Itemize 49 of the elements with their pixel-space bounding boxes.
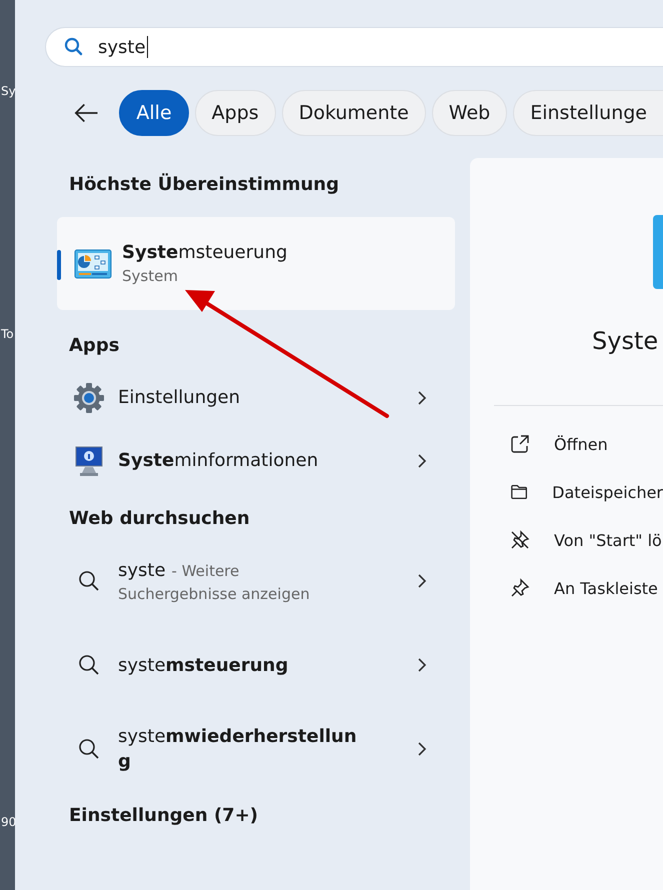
preview-action[interactable]: Dateispeicher xyxy=(470,468,663,516)
result-label: Systeminformationen xyxy=(118,450,320,471)
unpin-icon xyxy=(510,530,530,550)
filter-tab[interactable]: Apps xyxy=(194,90,276,136)
app-result[interactable]: Einstellungen xyxy=(57,366,455,429)
result-detail: Suchergebnisse anzeigen xyxy=(118,584,311,602)
preview-action[interactable]: Öffnen xyxy=(470,420,663,468)
search-field[interactable]: syste xyxy=(45,27,663,67)
filter-tab[interactable]: Alle xyxy=(119,90,189,136)
monitor-icon xyxy=(73,444,105,476)
result-label: Einstellungen xyxy=(118,387,242,408)
desktop-label: To xyxy=(1,327,14,341)
desktop-label: Sy xyxy=(1,84,16,98)
chevron-icon xyxy=(417,454,427,468)
section-heading: Web durchsuchen xyxy=(69,508,251,529)
app-icon xyxy=(653,215,663,289)
chevron-icon xyxy=(417,658,427,672)
folder-icon xyxy=(510,483,528,501)
web-result[interactable]: syste - Weitere Suchergebnisse anzeigen xyxy=(57,539,455,623)
filter-tab[interactable]: Dokumente xyxy=(282,90,426,136)
back-arrow-icon[interactable] xyxy=(73,102,100,124)
search-query: g xyxy=(118,751,132,772)
pin-icon xyxy=(510,578,530,598)
web-result[interactable]: systemsteuerung xyxy=(57,623,455,707)
result-suffix: - Weitere xyxy=(172,562,240,580)
section-heading: Apps xyxy=(69,335,120,356)
open-external-icon xyxy=(510,434,530,454)
preview-title: Syste xyxy=(592,327,660,355)
section-heading: Höchste Übereinstimmung xyxy=(69,174,340,195)
control-panel-icon xyxy=(74,248,112,278)
best-match-card[interactable]: Systemsteuerung System xyxy=(57,217,455,310)
preview-action[interactable]: An Taskleiste xyxy=(470,564,663,612)
result-title: Systemsteuerung xyxy=(122,242,288,263)
app-result[interactable]: Systeminformationen xyxy=(57,429,455,492)
search-query: systemsteuerung xyxy=(118,654,288,676)
filter-tab[interactable]: Web xyxy=(432,90,508,136)
chevron-icon xyxy=(417,390,427,404)
result-subtitle: System xyxy=(122,267,179,285)
section-heading: Einstellungen (7+) xyxy=(69,805,260,826)
web-result[interactable]: systemwiederherstellun g xyxy=(57,707,455,791)
chevron-icon xyxy=(417,574,427,588)
search-query: syste xyxy=(118,560,166,580)
desktop-label: 90 xyxy=(1,815,16,829)
search-query: systemwiederherstellun xyxy=(118,726,357,747)
preview-action[interactable]: Von "Start" lö xyxy=(470,516,663,564)
gear-icon xyxy=(73,382,105,414)
search-icon xyxy=(64,37,84,57)
filter-tab[interactable]: Einstellunge xyxy=(513,90,663,136)
chevron-icon xyxy=(417,742,427,756)
